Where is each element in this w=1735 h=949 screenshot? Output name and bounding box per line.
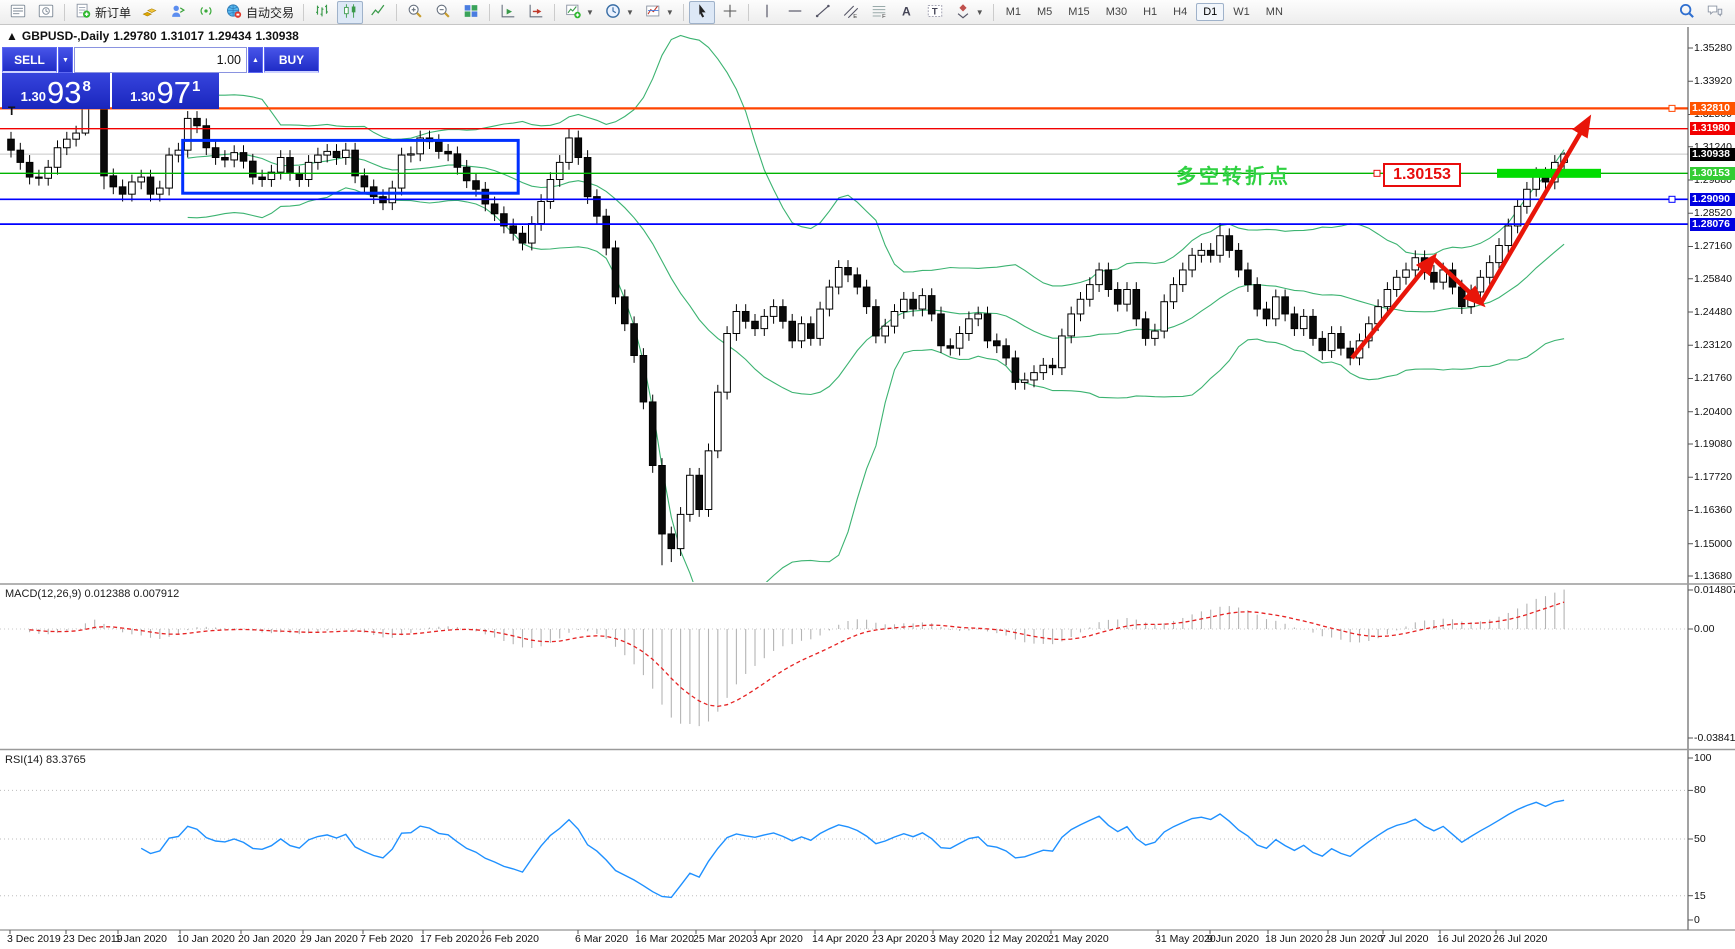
sell-price-pip: 8 [82,78,90,95]
volume-increase-button[interactable]: ▲ [248,47,263,73]
price-tag-1.28076: 1.28076 [1690,218,1735,231]
time-axis-label: 28 Jun 2020 [1325,933,1383,945]
price-axis-tick: 1.15000 [1694,538,1732,550]
time-axis-label: 9 Jun 2020 [1207,933,1259,945]
sell-button[interactable]: SELL [2,47,57,73]
time-axis-label: 6 Mar 2020 [575,933,628,945]
symbol-period-label: GBPUSD-,Daily [22,29,109,43]
time-axis-label: 7 Feb 2020 [360,933,413,945]
price-axis-tick: 1.16360 [1694,504,1732,516]
price-axis-tick: 1.21760 [1694,372,1732,384]
time-axis-label: 26 Feb 2020 [480,933,539,945]
close-value: 1.30938 [255,29,298,43]
time-axis-label: 16 Jul 2020 [1437,933,1491,945]
panel-collapse-icon[interactable]: ▲ [6,29,18,43]
time-axis-label: 1 Jan 2020 [115,933,167,945]
rsi-axis-tick: 0 [1694,914,1700,926]
chart-canvas[interactable] [0,0,1735,949]
rsi-axis-tick: 50 [1694,833,1706,845]
chart-info-line: ▲ GBPUSD-,Daily 1.29780 1.31017 1.29434 1.309… [6,29,303,43]
time-axis-label: 7 Jul 2020 [1380,933,1428,945]
time-axis-label: 3 Dec 2019 [7,933,61,945]
rsi-pane-label: RSI(14) 83.3765 [5,754,86,766]
price-tag-1.30153: 1.30153 [1690,167,1735,180]
macd-axis-tick: 0.00 [1694,623,1714,635]
price-axis-tick: 1.35280 [1694,42,1732,54]
time-axis-label: 3 Apr 2020 [752,933,803,945]
object-handle[interactable] [1669,105,1675,111]
macd-axis-tick: 0.014807 [1694,584,1735,596]
price-tag-1.30938: 1.30938 [1690,148,1735,161]
trend-arrow-3[interactable] [1481,120,1588,303]
macd-histogram [30,590,1565,727]
turning-point-annotation[interactable]: 多空转折点 [1176,160,1291,189]
time-axis-label: 23 Apr 2020 [872,933,929,945]
price-axis-tick: 1.20400 [1694,406,1732,418]
rsi-axis-tick: 15 [1694,890,1706,902]
bollinger-upper-band [188,36,1564,286]
price-tag-1.31980: 1.31980 [1690,122,1735,135]
price-axis-tick: 1.25840 [1694,273,1732,285]
time-axis-label: 17 Feb 2020 [420,933,479,945]
time-axis-label: 18 Jun 2020 [1265,933,1323,945]
bollinger-lower-band [188,188,1564,618]
time-axis-label: 29 Jan 2020 [300,933,358,945]
rsi-axis-tick: 100 [1694,752,1712,764]
buy-price-prefix: 1.30 [130,89,155,104]
sell-price-big: 93 [47,79,81,107]
time-axis-label: 25 Mar 2020 [693,933,752,945]
time-axis-label: 10 Jan 2020 [177,933,235,945]
time-axis-label: 23 Dec 2019 [63,933,123,945]
rsi-line [141,800,1564,897]
price-axis-tick: 1.24480 [1694,306,1732,318]
high-value: 1.31017 [161,29,204,43]
price-tag-1.29090: 1.29090 [1690,193,1735,206]
buy-price-big: 97 [156,79,190,107]
rsi-pane[interactable] [0,790,1688,897]
time-axis-label: 26 Jul 2020 [1493,933,1547,945]
price-callout-label[interactable]: 1.30153 [1383,163,1461,187]
time-axis-label: 20 Jan 2020 [238,933,296,945]
trend-arrow-1[interactable] [1352,258,1433,358]
volume-input[interactable] [74,47,247,73]
object-handle[interactable] [1669,196,1675,202]
price-axis-tick: 1.13680 [1694,570,1732,582]
macd-signal-line [30,602,1565,706]
price-tag-1.32810: 1.32810 [1690,102,1735,115]
macd-axis-tick: -0.038415 [1694,732,1735,744]
buy-button[interactable]: BUY [264,47,319,73]
time-axis-label: 12 May 2020 [988,933,1049,945]
buy-price[interactable]: 1.30 97 1 [112,73,220,109]
time-axis-label: 16 Mar 2020 [635,933,694,945]
object-handle[interactable] [1374,170,1380,176]
text-object-marker[interactable]: T [8,104,15,118]
sell-price-prefix: 1.30 [21,89,46,104]
rsi-axis-tick: 80 [1694,784,1706,796]
price-axis-tick: 1.23120 [1694,339,1732,351]
buy-price-pip: 1 [192,78,200,95]
low-value: 1.29434 [208,29,251,43]
time-axis-label: 14 Apr 2020 [812,933,869,945]
price-axis-tick: 1.19080 [1694,438,1732,450]
time-axis-label: 3 May 2020 [930,933,985,945]
sell-price[interactable]: 1.30 93 8 [2,73,110,109]
macd-pane[interactable] [0,590,1688,727]
main-pane[interactable] [0,36,1688,618]
price-axis-tick: 1.17720 [1694,471,1732,483]
macd-pane-label: MACD(12,26,9) 0.012388 0.007912 [5,588,179,600]
price-axis-tick: 1.33920 [1694,75,1732,87]
time-axis-label: 21 May 2020 [1048,933,1109,945]
support-bar-object[interactable] [1497,169,1601,178]
one-click-trading-panel: SELL ▼ ▲ BUY 1.30 93 8 1.30 97 1 [2,47,219,109]
price-axis-tick: 1.27160 [1694,240,1732,252]
volume-decrease-button[interactable]: ▼ [58,47,73,73]
open-value: 1.29780 [113,29,156,43]
